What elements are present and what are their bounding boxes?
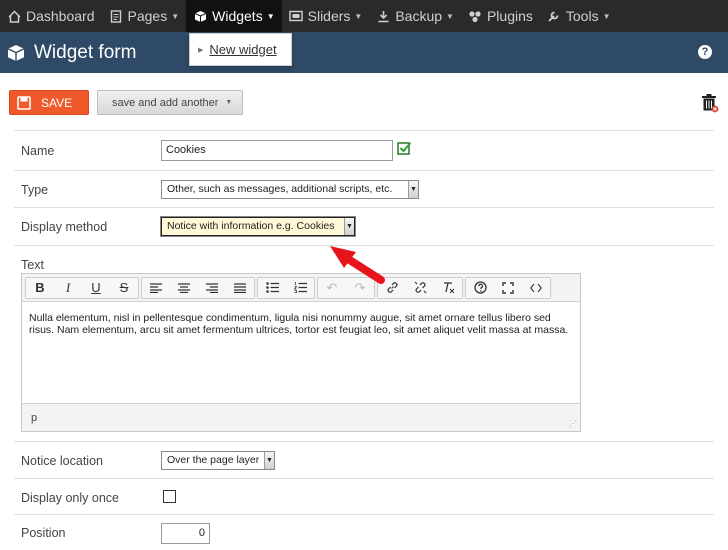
chevron-down-icon: ▼ [602,11,611,21]
rich-text-editor: B I U S ↶ ↷ Nulla elementum, nisl in pel… [21,273,581,432]
nav-sliders-label: Sliders [307,8,351,24]
chevron-down-icon: ▼ [266,11,275,21]
notice-location-select[interactable]: Over the page layer ▼ [161,451,275,470]
page-header: Widget form ? [0,32,728,73]
save-and-add-another-label: save and add another [112,96,219,109]
wrench-icon [547,9,561,23]
format-group: B I U S [25,276,139,299]
chevron-down-icon: ▼ [344,218,354,235]
nav-backup[interactable]: Backup ▼ [369,0,461,32]
position-input[interactable]: 0 [161,523,210,544]
bold-button[interactable]: B [26,278,54,298]
save-button[interactable]: SAVE [9,90,89,115]
position-label: Position [21,526,66,540]
chevron-down-icon: ▼ [225,99,233,106]
display-once-row: Display only once [14,478,714,514]
strikethrough-button[interactable]: S [110,278,138,298]
align-center-icon[interactable] [170,278,198,298]
checkmark-icon [397,142,412,155]
nav-tools-label: Tools [565,8,599,24]
nav-widgets[interactable]: Widgets ▼ [186,0,282,32]
notice-location-label: Notice location [21,454,103,468]
type-select[interactable]: Other, such as messages, additional scri… [161,180,419,199]
bullet-list-icon[interactable] [258,278,286,298]
text-label: Text [21,258,44,272]
delete-icon[interactable] [701,93,719,113]
nav-sliders[interactable]: Sliders ▼ [282,0,370,32]
save-icon [17,95,31,110]
nav-pages-label: Pages [127,8,168,24]
resize-handle-icon[interactable]: ⋰ [569,419,577,428]
display-method-select-value: Notice with information e.g. Cookies [167,220,335,232]
misc-group [465,276,551,299]
display-once-checkbox[interactable] [163,490,176,503]
editor-toolbar: B I U S ↶ ↷ [22,274,580,302]
nav-pages[interactable]: Pages ▼ [102,0,187,32]
type-select-value: Other, such as messages, additional scri… [167,183,393,195]
help-circle-icon[interactable] [466,278,494,298]
link-group [377,276,463,299]
source-code-icon[interactable] [522,278,550,298]
type-label: Type [21,183,49,197]
nav-plugins-label: Plugins [486,8,533,24]
fullscreen-icon[interactable] [494,278,522,298]
save-button-label: SAVE [41,95,73,110]
clear-formatting-icon[interactable] [434,278,462,298]
display-method-label: Display method [21,220,108,234]
page-icon [109,9,123,23]
nav-plugins[interactable]: Plugins [461,0,540,32]
name-row: Name Cookies [14,130,714,170]
numbered-list-icon[interactable] [286,278,314,298]
name-label: Name [21,144,55,158]
align-group [141,276,255,299]
nav-widgets-label: Widgets [212,8,263,24]
nav-dashboard[interactable]: Dashboard [0,0,102,32]
plugin-icon [468,9,482,23]
display-method-select[interactable]: Notice with information e.g. Cookies ▼ [161,217,355,236]
action-toolbar: SAVE save and add another ▼ [0,73,728,130]
element-path: p [31,412,38,424]
cube-icon [193,9,207,23]
display-method-row: Display method Notice with information e… [14,207,714,245]
align-justify-icon[interactable] [226,278,254,298]
chevron-down-icon: ▼ [264,452,274,469]
chevron-down-icon: ▼ [171,11,180,21]
display-once-label: Display only once [21,491,119,505]
list-group [257,276,315,299]
align-right-icon[interactable] [198,278,226,298]
top-navigation: Dashboard Pages ▼ Widgets ▼ Sliders ▼ Ba… [0,0,728,32]
align-left-icon[interactable] [142,278,170,298]
chevron-right-icon: ▶ [198,46,204,54]
chevron-down-icon: ▼ [354,11,363,21]
notice-location-row: Notice location Over the page layer ▼ [14,441,714,478]
position-row: Position 0 [14,514,714,550]
home-icon [7,9,21,23]
help-icon[interactable]: ? [698,45,712,59]
type-row: Type Other, such as messages, additional… [14,170,714,207]
chevron-down-icon: ▼ [408,181,418,198]
widgets-dropdown-menu: ▶ New widget [189,33,292,66]
unlink-icon[interactable] [406,278,434,298]
nav-backup-label: Backup [395,8,443,24]
slider-icon [288,9,303,23]
new-widget-link[interactable]: New widget [209,42,276,57]
notice-location-select-value: Over the page layer [167,454,260,466]
editor-statusbar: p ⋰ [22,403,580,431]
editor-content[interactable]: Nulla elementum, nisl in pellentesque co… [29,312,569,336]
name-input[interactable]: Cookies [161,140,393,161]
underline-button[interactable]: U [82,278,110,298]
download-icon [376,9,390,23]
italic-button[interactable]: I [54,278,82,298]
cube-icon [7,44,25,61]
save-and-add-another-button[interactable]: save and add another ▼ [97,90,243,115]
chevron-down-icon: ▼ [446,11,454,21]
nav-dashboard-label: Dashboard [26,8,95,24]
nav-tools[interactable]: Tools ▼ [540,0,618,32]
annotation-arrow-icon [330,246,385,284]
page-title: Widget form [34,41,137,63]
